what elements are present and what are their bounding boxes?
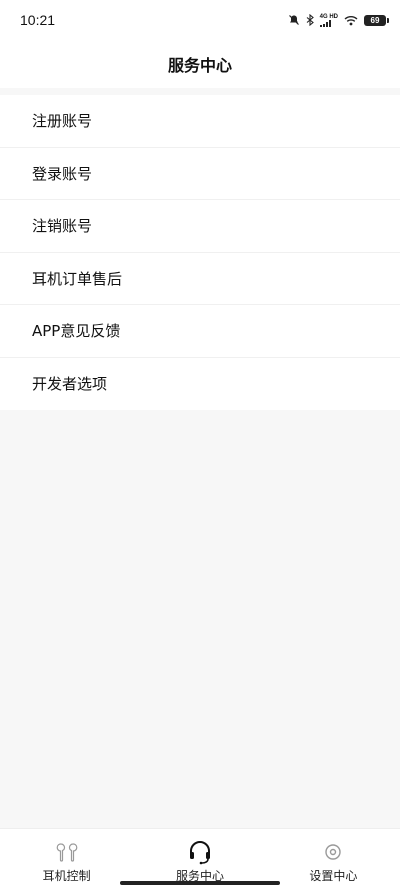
- menu-item-label: 耳机订单售后: [32, 269, 123, 288]
- earbuds-icon: [54, 839, 80, 865]
- bottom-tab-bar: 耳机控制 服务中心 设置中心: [0, 828, 400, 889]
- bluetooth-icon: [306, 14, 314, 26]
- status-bar: 10:21 4G HD 69: [0, 0, 400, 40]
- title-bar: 服务中心: [0, 40, 400, 88]
- mute-icon: [288, 15, 299, 25]
- status-time: 10:21: [20, 12, 56, 28]
- menu-item-register[interactable]: 注册账号: [0, 95, 400, 148]
- menu-item-app-feedback[interactable]: APP意见反馈: [0, 305, 400, 358]
- headset-icon: [187, 839, 213, 865]
- status-icons: 4G HD 69: [288, 14, 389, 27]
- menu-item-developer-options[interactable]: 开发者选项: [0, 358, 400, 411]
- menu-item-label: 开发者选项: [32, 375, 108, 394]
- tab-settings-center[interactable]: 设置中心: [267, 829, 400, 889]
- page-title: 服务中心: [167, 56, 232, 75]
- settings-icon: [320, 839, 346, 865]
- wifi-icon: [344, 15, 358, 25]
- menu-item-delete-account[interactable]: 注销账号: [0, 200, 400, 253]
- battery-level: 69: [370, 15, 380, 25]
- service-menu: 注册账号 登录账号 注销账号 耳机订单售后 APP意见反馈 开发者选项: [0, 95, 400, 410]
- tab-service-center[interactable]: 服务中心: [133, 829, 266, 889]
- menu-item-order-aftersales[interactable]: 耳机订单售后: [0, 253, 400, 305]
- tab-earbuds-control[interactable]: 耳机控制: [0, 829, 133, 889]
- signal-icon: [319, 19, 331, 27]
- battery-icon: 69: [364, 14, 389, 26]
- tab-label: 耳机控制: [42, 869, 91, 883]
- network-label: 4G HD: [319, 14, 338, 27]
- menu-item-label: 注册账号: [32, 112, 93, 131]
- menu-item-login[interactable]: 登录账号: [0, 148, 400, 200]
- menu-item-label: 登录账号: [32, 164, 93, 183]
- menu-item-label: 注销账号: [32, 217, 93, 236]
- home-indicator[interactable]: [120, 881, 280, 885]
- tab-label: 设置中心: [309, 869, 358, 883]
- menu-item-label: APP意见反馈: [32, 322, 121, 341]
